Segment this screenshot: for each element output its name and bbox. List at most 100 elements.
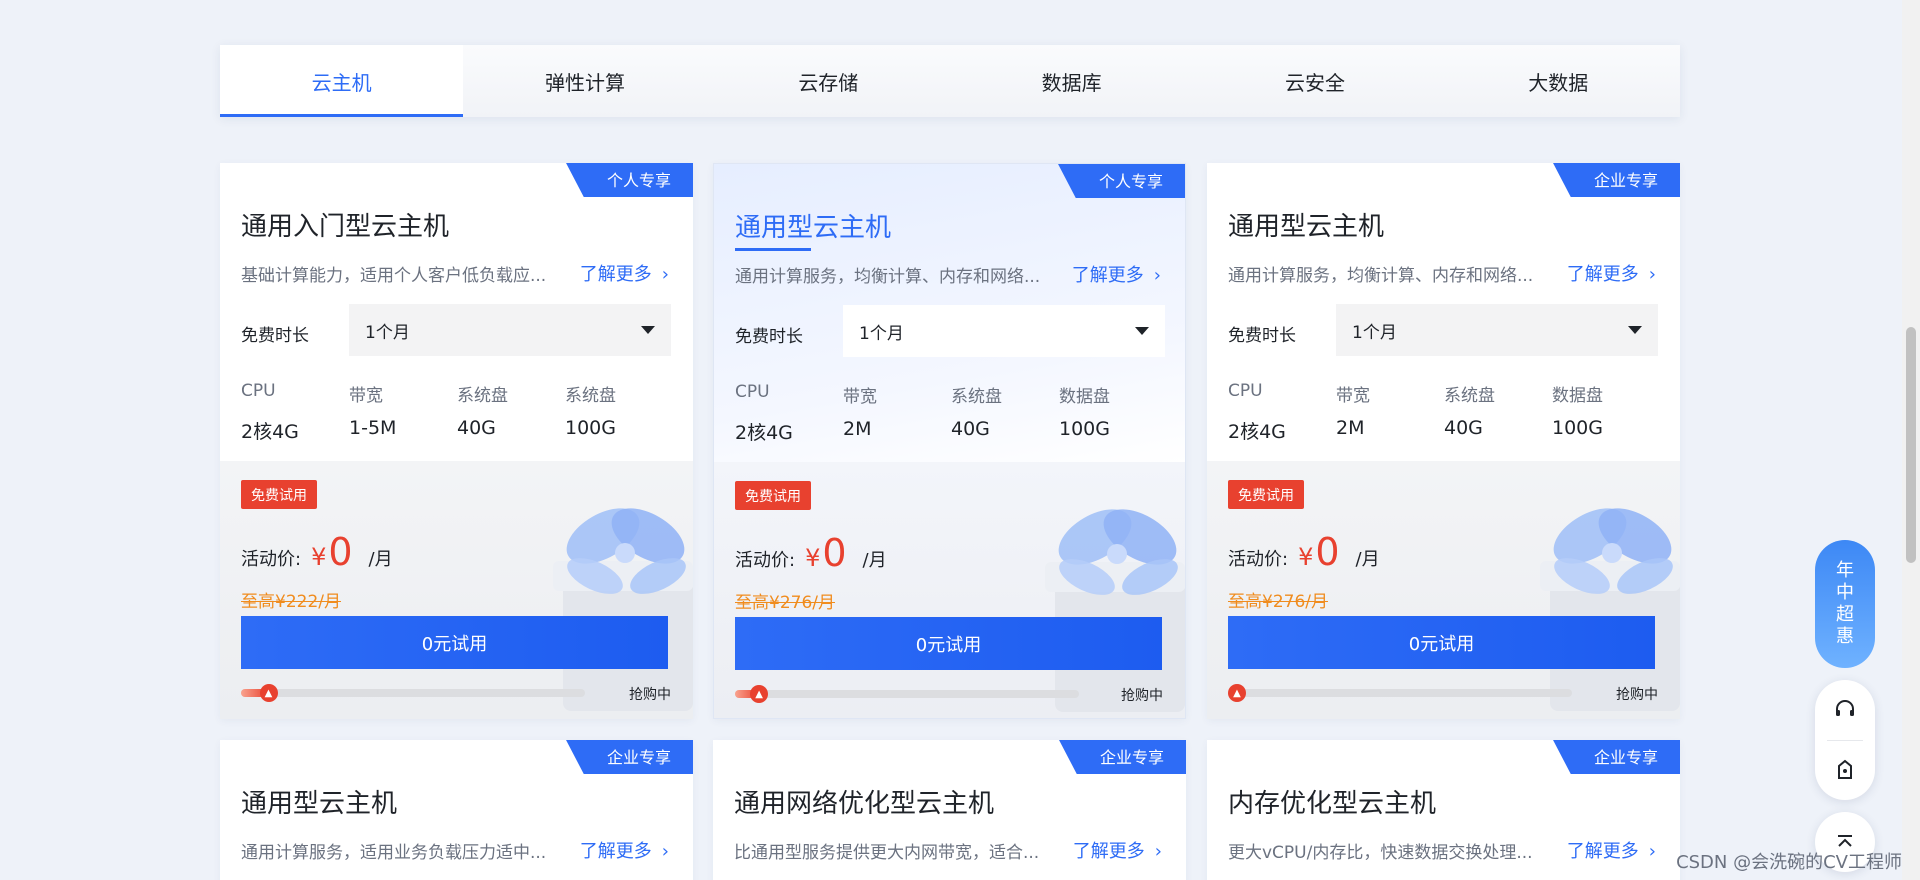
tab-database[interactable]: 数据库 — [949, 45, 1194, 117]
duration-select[interactable]: 1个月 — [843, 305, 1165, 357]
spec-item: 系统盘 40G — [951, 382, 1059, 445]
tab-big-data[interactable]: 大数据 — [1436, 45, 1680, 117]
learn-more-link[interactable]: 了解更多 › — [1073, 837, 1162, 863]
spec-value: 40G — [1444, 417, 1483, 439]
spec-value: 100G — [565, 417, 616, 439]
promo-char: 年 — [1836, 560, 1854, 581]
promo-char: 中 — [1836, 582, 1854, 603]
offer-panel: 免费试用 活动价: ¥ 0 /月 至高¥276/月 0元试用 ▲ 抢购中 — [714, 462, 1185, 718]
learn-more-label: 了解更多 — [1071, 265, 1144, 286]
price-label: 活动价: — [241, 549, 302, 570]
caret-down-icon — [1135, 327, 1149, 335]
chevron-right-icon: › — [1648, 841, 1656, 862]
sales-progress: ▲ — [735, 685, 1079, 703]
grab-status: 抢购中 — [1616, 687, 1658, 703]
trial-button[interactable]: 0元试用 — [735, 617, 1162, 670]
spec-key: CPU — [241, 381, 276, 401]
exclusive-badge: 企业专享 — [565, 740, 693, 774]
duration-value: 1个月 — [365, 322, 410, 343]
spec-item: 带宽 1-5M — [349, 381, 457, 444]
scrollbar-thumb[interactable] — [1906, 327, 1916, 563]
spec-key: 带宽 — [1336, 386, 1370, 406]
learn-more-link[interactable]: 了解更多 › — [1072, 261, 1161, 287]
offer-panel: 免费试用 活动价: ¥ 0 /月 至高¥222/月 0元试用 ▲ 抢购中 — [220, 461, 693, 719]
price-label: 活动价: — [735, 550, 796, 571]
spec-item: CPU 2核4G — [241, 381, 349, 444]
product-tabs: 云主机 弹性计算 云存储 数据库 云安全 大数据 — [220, 45, 1680, 117]
spec-key: 数据盘 — [1059, 387, 1110, 407]
product-card: 企业专享 通用型云主机 通用计算服务，均衡计算、内存和网络... 了解更多 › 免… — [1207, 163, 1680, 719]
tab-cloud-security[interactable]: 云安全 — [1193, 45, 1437, 117]
promo-char: 超 — [1836, 604, 1854, 625]
exclusive-badge: 企业专享 — [1058, 740, 1186, 774]
card-title: 通用入门型云主机 — [241, 212, 450, 242]
spec-item: 数据盘 100G — [1552, 381, 1660, 444]
trial-button[interactable]: 0元试用 — [1228, 616, 1655, 669]
exclusive-badge: 企业专享 — [1552, 163, 1680, 197]
price-row: 活动价: ¥ 0 /月 — [735, 531, 887, 575]
learn-more-link[interactable]: 了解更多 › — [1567, 260, 1656, 286]
price-row: 活动价: ¥ 0 /月 — [241, 530, 393, 574]
title-underline — [735, 248, 811, 251]
chevron-right-icon: › — [1648, 264, 1656, 285]
spec-value: 100G — [1059, 418, 1110, 440]
learn-more-label: 了解更多 — [1566, 264, 1639, 285]
spec-key: 数据盘 — [1552, 386, 1603, 406]
spec-key: 系统盘 — [1444, 386, 1495, 406]
learn-more-link[interactable]: 了解更多 › — [580, 837, 669, 863]
duration-select[interactable]: 1个月 — [1336, 304, 1658, 356]
spec-key: 带宽 — [843, 387, 877, 407]
price-unit: /月 — [862, 550, 887, 571]
spec-value: 100G — [1552, 417, 1603, 439]
card-description: 基础计算能力，适用个人客户低负载应... — [241, 266, 547, 286]
spec-value: 40G — [457, 417, 496, 439]
card-title: 通用型云主机 — [1228, 212, 1385, 242]
card-description: 通用计算服务，均衡计算、内存和网络... — [1228, 266, 1534, 286]
offer-panel: 免费试用 活动价: ¥ 0 /月 至高¥276/月 0元试用 ▲ 抢购中 — [1207, 461, 1680, 719]
price-row: 活动价: ¥ 0 /月 — [1228, 530, 1380, 574]
spec-key: 带宽 — [349, 386, 383, 406]
floating-toolbar — [1815, 680, 1875, 800]
tab-cloud-host[interactable]: 云主机 — [220, 45, 464, 117]
tab-elastic-compute[interactable]: 弹性计算 — [463, 45, 707, 117]
spec-item: 系统盘 100G — [565, 381, 673, 444]
learn-more-link[interactable]: 了解更多 › — [1567, 837, 1656, 863]
exclusive-badge: 个人专享 — [565, 163, 693, 197]
spec-item: 数据盘 100G — [1059, 382, 1167, 445]
spec-item: 带宽 2M — [1336, 381, 1444, 444]
flame-icon: ▲ — [1228, 684, 1246, 702]
learn-more-link[interactable]: 了解更多 › — [580, 260, 669, 286]
free-trial-tag: 免费试用 — [241, 480, 317, 509]
learn-more-label: 了解更多 — [579, 264, 652, 285]
spec-value: 2核4G — [735, 422, 793, 444]
currency-symbol: ¥ — [805, 544, 821, 572]
mid-year-promo-button[interactable]: 年 中 超 惠 — [1815, 540, 1875, 668]
trial-button[interactable]: 0元试用 — [241, 616, 668, 669]
tab-cloud-storage[interactable]: 云存储 — [706, 45, 950, 117]
learn-more-label: 了解更多 — [1566, 841, 1639, 862]
page-scrollbar[interactable] — [1902, 0, 1920, 880]
spec-item: 带宽 2M — [843, 382, 951, 445]
promo-char: 惠 — [1836, 626, 1854, 647]
price-unit: /月 — [368, 549, 393, 570]
chevron-right-icon: › — [1154, 841, 1162, 862]
spec-item: 系统盘 40G — [457, 381, 565, 444]
currency-symbol: ¥ — [311, 543, 327, 571]
card-description: 通用计算服务，适用业务负载压力适中... — [241, 843, 547, 863]
caret-down-icon — [641, 326, 655, 334]
product-card: 企业专享 通用网络优化型云主机 比通用型服务提供更大内网带宽，适合... 了解更… — [713, 740, 1186, 880]
card-title: 通用型云主机 — [735, 213, 892, 243]
duration-value: 1个月 — [859, 323, 904, 344]
original-price: 至高¥276/月 — [1228, 592, 1328, 612]
learn-more-label: 了解更多 — [1072, 841, 1145, 862]
currency-symbol: ¥ — [1298, 543, 1314, 571]
flame-icon: ▲ — [259, 684, 278, 702]
price-unit: /月 — [1355, 549, 1380, 570]
headset-icon[interactable] — [1833, 698, 1857, 722]
learn-more-label: 了解更多 — [579, 841, 652, 862]
price-label: 活动价: — [1228, 549, 1289, 570]
price-tag-icon[interactable] — [1833, 758, 1857, 782]
duration-select[interactable]: 1个月 — [349, 304, 671, 356]
flame-icon: ▲ — [750, 685, 769, 703]
card-description: 比通用型服务提供更大内网带宽，适合... — [734, 843, 1040, 863]
